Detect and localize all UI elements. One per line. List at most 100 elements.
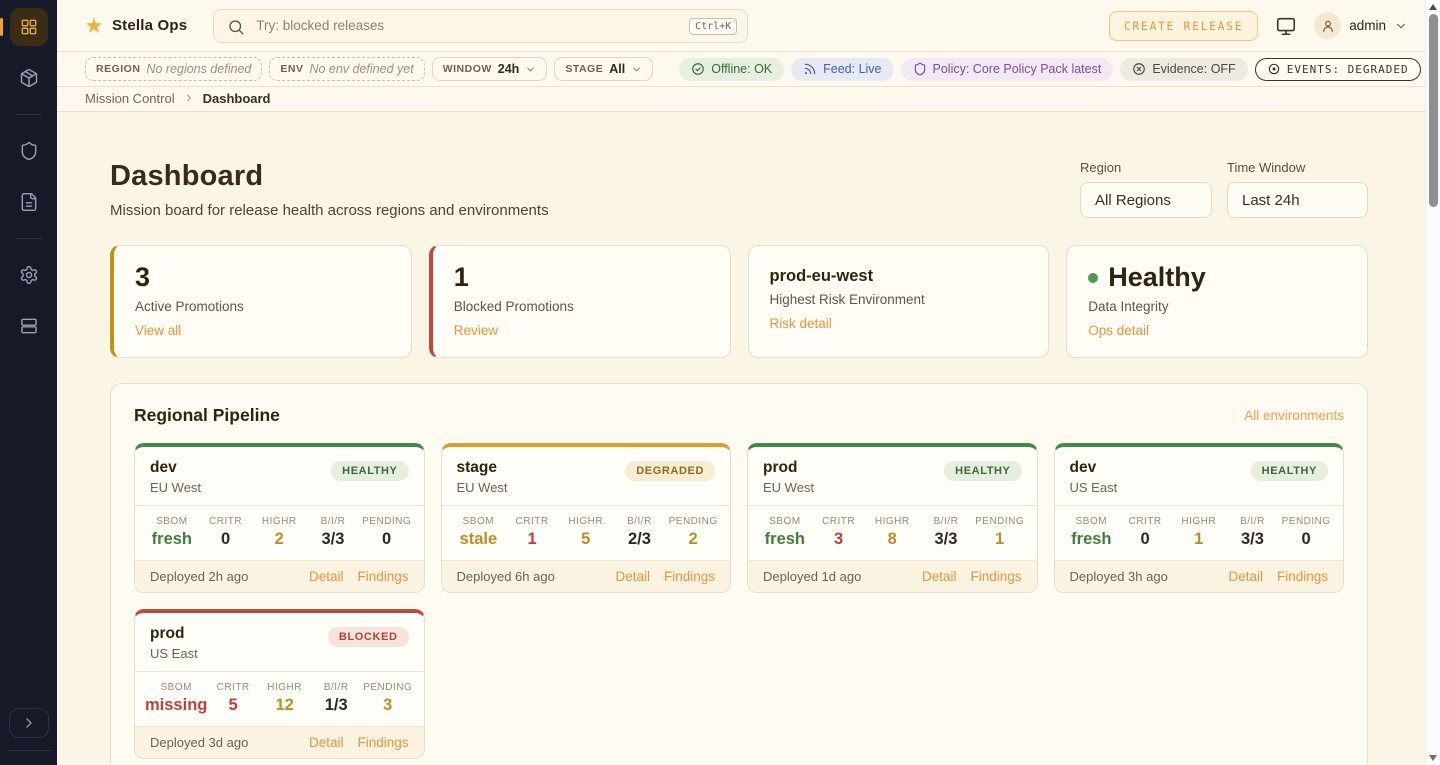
- pending-label: PENDING: [973, 516, 1027, 527]
- monitor-icon[interactable]: [1275, 15, 1297, 37]
- critr-label: CRITR: [207, 682, 259, 693]
- search-input[interactable]: [214, 10, 747, 42]
- page-scrollbar[interactable]: [1425, 0, 1440, 765]
- bir-label: B/I/R: [1226, 516, 1280, 527]
- env-name: prod: [763, 459, 814, 477]
- pipeline-card-prod-us-east: prod US East BLOCKED SBOMmissing CRITR5 …: [134, 609, 425, 759]
- target-dot-icon: [1267, 62, 1281, 76]
- time-window-select[interactable]: Last 24h: [1227, 182, 1368, 218]
- breadcrumb-parent[interactable]: Mission Control: [85, 91, 175, 106]
- policy-status-pill[interactable]: Policy: Core Policy Pack latest: [901, 58, 1114, 81]
- evidence-status-pill[interactable]: Evidence: OFF: [1120, 58, 1247, 81]
- highr-label: HIGHR: [252, 516, 306, 527]
- stage-filter-dropdown[interactable]: STAGE All: [554, 57, 653, 81]
- check-circle-icon: [691, 62, 705, 76]
- sidebar-item-documents[interactable]: [10, 183, 48, 221]
- pending-value: 1: [973, 530, 1027, 549]
- feed-status-pill[interactable]: Feed: Live: [791, 58, 893, 81]
- env-name: dev: [150, 459, 201, 477]
- findings-link[interactable]: Findings: [664, 569, 715, 584]
- active-promotions-label: Active Promotions: [135, 299, 390, 314]
- pending-value: 0: [1279, 530, 1333, 549]
- highr-value: 2: [252, 530, 306, 549]
- detail-link[interactable]: Detail: [309, 569, 344, 584]
- create-release-button[interactable]: CREATE RELEASE: [1109, 11, 1258, 41]
- search-shortcut-badge: Ctrl+K: [689, 18, 737, 35]
- highr-value: 5: [559, 530, 613, 549]
- offline-status-pill[interactable]: Offline: OK: [679, 58, 784, 81]
- region-filter-pill[interactable]: REGION No regions defined: [85, 57, 262, 81]
- detail-link[interactable]: Detail: [309, 735, 344, 750]
- highr-label: HIGHR: [259, 682, 311, 693]
- critr-label: CRITR: [199, 516, 253, 527]
- sidebar: [0, 0, 57, 765]
- policy-status-label: Policy: Core Policy Pack latest: [933, 62, 1102, 76]
- stage-filter-label: STAGE: [565, 63, 603, 75]
- status-badge: HEALTHY: [331, 461, 408, 481]
- env-region: US East: [1070, 480, 1118, 495]
- scrollbar-thumb[interactable]: [1429, 14, 1438, 207]
- bir-value: 1/3: [310, 696, 362, 715]
- highr-label: HIGHR: [1172, 516, 1226, 527]
- status-badge: BLOCKED: [328, 627, 409, 647]
- review-link[interactable]: Review: [454, 323, 498, 338]
- sidebar-item-security[interactable]: [10, 132, 48, 170]
- regional-pipeline-section: Regional Pipeline All environments dev E…: [110, 383, 1368, 765]
- shield-icon: [19, 141, 39, 161]
- global-search[interactable]: Ctrl+K: [213, 9, 748, 43]
- bir-label: B/I/R: [310, 682, 362, 693]
- window-filter-dropdown[interactable]: WINDOW 24h: [432, 57, 548, 81]
- time-window-select-label: Time Window: [1227, 160, 1368, 175]
- critr-label: CRITR: [1118, 516, 1172, 527]
- scrollbar-up-arrow[interactable]: [1429, 4, 1437, 10]
- regional-pipeline-title: Regional Pipeline: [134, 405, 280, 426]
- critr-value: 5: [207, 696, 259, 715]
- env-name: dev: [1070, 459, 1118, 477]
- active-promotions-value: 3: [135, 263, 390, 293]
- pending-label: PENDING: [1279, 516, 1333, 527]
- sidebar-item-dashboard[interactable]: [10, 8, 48, 46]
- status-badge: DEGRADED: [625, 461, 715, 481]
- pipeline-card-stage-eu-west: stage EU West DEGRADED SBOMstale CRITR1 …: [441, 443, 732, 593]
- ops-detail-link[interactable]: Ops detail: [1088, 323, 1149, 338]
- scrollbar-down-arrow[interactable]: [1429, 755, 1437, 761]
- highest-risk-label: Highest Risk Environment: [770, 292, 1028, 307]
- sidebar-item-infrastructure[interactable]: [10, 307, 48, 345]
- status-badge: HEALTHY: [1251, 461, 1328, 481]
- context-bar: REGION No regions defined ENV No env def…: [57, 52, 1425, 87]
- blocked-promotions-value: 1: [454, 263, 709, 293]
- env-filter-pill[interactable]: ENV No env defined yet: [269, 57, 424, 81]
- sidebar-divider: [16, 238, 42, 239]
- detail-link[interactable]: Detail: [1228, 569, 1263, 584]
- pending-value: 2: [666, 530, 720, 549]
- detail-link[interactable]: Detail: [615, 569, 650, 584]
- risk-detail-link[interactable]: Risk detail: [770, 316, 832, 331]
- findings-link[interactable]: Findings: [357, 569, 408, 584]
- all-environments-link[interactable]: All environments: [1244, 408, 1344, 423]
- critr-value: 3: [812, 530, 866, 549]
- deployed-ago: Deployed 1d ago: [763, 569, 861, 584]
- highr-value: 12: [259, 696, 311, 715]
- chevron-right-icon: [183, 92, 195, 104]
- chevron-down-icon: [1394, 19, 1408, 33]
- view-all-link[interactable]: View all: [135, 323, 181, 338]
- findings-link[interactable]: Findings: [357, 735, 408, 750]
- app-logo[interactable]: ★ Stella Ops: [85, 16, 187, 36]
- offline-status-label: Offline: OK: [711, 62, 772, 76]
- events-status-pill[interactable]: EVENTS: DEGRADED: [1255, 58, 1421, 81]
- findings-link[interactable]: Findings: [1277, 569, 1328, 584]
- env-filter-label: ENV: [280, 63, 303, 75]
- feed-status-label: Feed: Live: [823, 62, 881, 76]
- summary-cards: 3 Active Promotions View all 1 Blocked P…: [110, 245, 1368, 358]
- detail-link[interactable]: Detail: [922, 569, 957, 584]
- highr-value: 1: [1172, 530, 1226, 549]
- breadcrumb: Mission Control Dashboard: [57, 87, 1425, 112]
- sidebar-item-releases[interactable]: [10, 59, 48, 97]
- region-select[interactable]: All Regions: [1080, 182, 1212, 218]
- document-icon: [19, 192, 39, 212]
- user-menu[interactable]: admin: [1314, 12, 1408, 39]
- findings-link[interactable]: Findings: [970, 569, 1021, 584]
- sidebar-item-settings[interactable]: [10, 256, 48, 294]
- sidebar-collapse-button[interactable]: [9, 708, 49, 738]
- package-icon: [19, 68, 39, 88]
